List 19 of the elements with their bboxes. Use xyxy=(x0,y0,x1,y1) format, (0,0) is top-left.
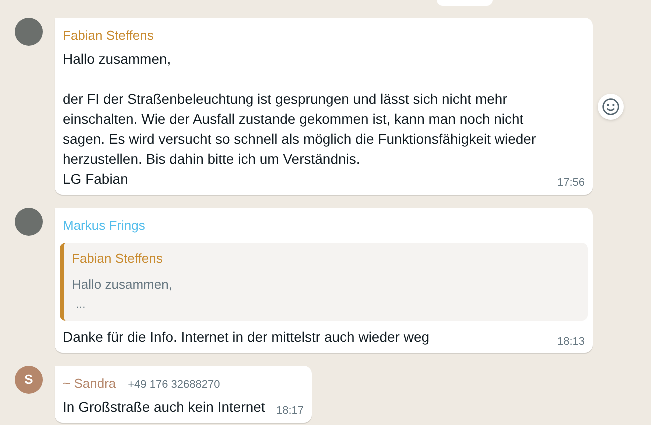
quoted-text: … xyxy=(75,299,87,313)
phone-number: +49 176 32688270 xyxy=(128,378,220,393)
message-text: Hallo zusammen, der FI der Straßenbeleuchtung ist gesprungen und lässt sich nicht mehr einschalten. Wie der Ausfall zustande gekommen ist, kann man noch nicht sagen. Es wird versucht so schnell als möglich die Funktionsfähigkeit wieder herzustellen. Bis dahin bitte ich um Verständnis. LG Fabian xyxy=(63,50,538,188)
sender-name[interactable]: Markus Frings xyxy=(63,216,146,235)
message-text: Danke für die Info. Internet in der mittelstr auch wieder weg xyxy=(63,328,430,347)
sender-name[interactable]: ~ Sandra xyxy=(63,374,116,394)
quoted-message[interactable]: Fabian Steffens Hallo zusammen, … xyxy=(60,243,588,321)
avatar[interactable]: S xyxy=(15,366,43,394)
emoji-reaction-button[interactable] xyxy=(598,94,624,120)
message-time: 17:56 xyxy=(557,176,585,191)
avatar-photo[interactable] xyxy=(15,208,43,236)
smiley-icon xyxy=(602,98,620,116)
message-time: 18:17 xyxy=(276,404,304,419)
quoted-text: Hallo zusammen, xyxy=(72,276,174,294)
message-text: In Großstraße auch kein Internet xyxy=(63,398,266,416)
quoted-sender: Fabian Steffens xyxy=(72,250,164,268)
message-time: 18:13 xyxy=(557,334,585,350)
sender-name[interactable]: Fabian Steffens xyxy=(63,26,154,46)
avatar-photo[interactable] xyxy=(15,18,43,46)
